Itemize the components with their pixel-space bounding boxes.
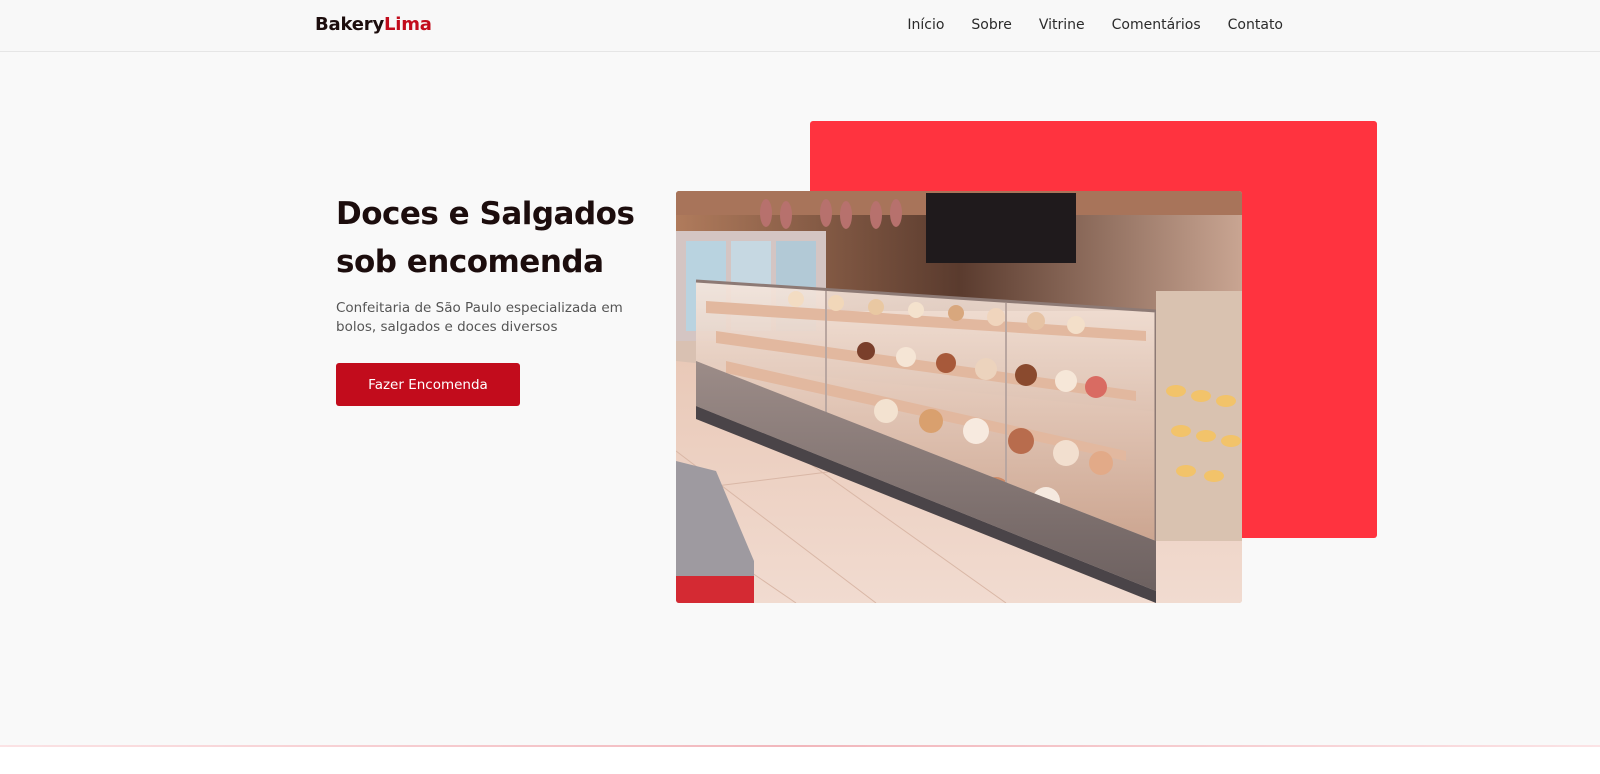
nav-item-contato[interactable]: Contato — [1228, 17, 1283, 33]
nav-item-comentarios[interactable]: Comentários — [1112, 17, 1201, 33]
nav-item-vitrine[interactable]: Vitrine — [1039, 17, 1085, 33]
main-nav: Início Sobre Vitrine Comentários Contato — [907, 17, 1283, 33]
hero-title: Doces e Salgados sob encomenda — [336, 196, 635, 280]
bakery-display-photo — [676, 191, 1242, 603]
brand-name-part1: Bakery — [315, 14, 384, 35]
site-header: BakeryLima Início Sobre Vitrine Comentár… — [0, 0, 1600, 52]
hero-subtitle: Confeitaria de São Paulo especializada e… — [336, 300, 623, 335]
next-section — [0, 747, 1600, 774]
brand-name-part2: Lima — [383, 14, 432, 35]
nav-item-inicio[interactable]: Início — [907, 17, 944, 33]
order-button[interactable]: Fazer Encomenda — [336, 363, 520, 406]
brand-logo[interactable]: BakeryLima — [315, 14, 432, 35]
nav-item-sobre[interactable]: Sobre — [971, 17, 1011, 33]
